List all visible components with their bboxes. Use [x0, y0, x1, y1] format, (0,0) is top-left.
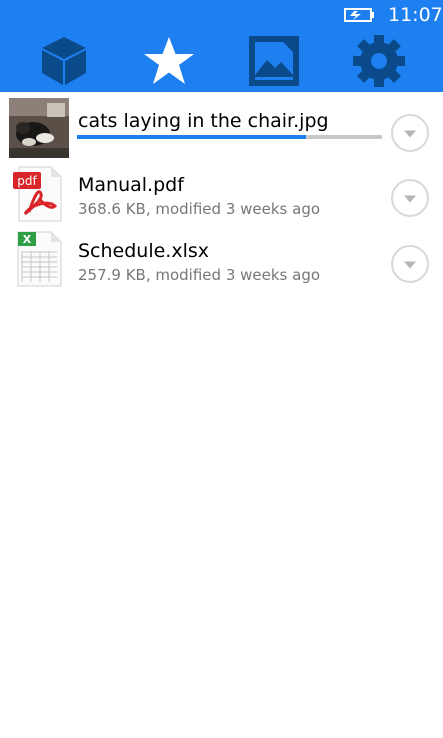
- file-name: Manual.pdf: [78, 174, 184, 196]
- picture-icon: [249, 36, 299, 86]
- app-bar: [0, 30, 443, 92]
- status-bar: 11:07: [0, 0, 443, 30]
- gear-icon: [353, 35, 405, 87]
- upload-progress-bar: [77, 135, 382, 139]
- list-item[interactable]: X Schedule.xlsx 257.9 KB, modified 3 wee…: [0, 228, 443, 294]
- chevron-down-icon: [404, 130, 416, 138]
- photo-thumbnail: [9, 98, 69, 158]
- excel-icon: X: [17, 231, 62, 287]
- pdf-icon-label: pdf: [17, 174, 37, 188]
- tab-files[interactable]: [19, 30, 109, 92]
- more-options-button[interactable]: [391, 245, 429, 283]
- file-meta: 368.6 KB, modified 3 weeks ago: [78, 200, 321, 218]
- star-icon: [144, 37, 194, 84]
- clock: 11:07: [388, 4, 443, 26]
- cube-icon: [42, 37, 86, 85]
- upload-progress-fill: [77, 135, 306, 139]
- chevron-down-icon: [404, 261, 416, 269]
- file-meta: 257.9 KB, modified 3 weeks ago: [78, 266, 321, 284]
- chevron-down-icon: [404, 195, 416, 203]
- list-item[interactable]: pdf Manual.pdf 368.6 KB, modified 3 week…: [0, 162, 443, 228]
- list-item[interactable]: cats laying in the chair.jpg: [0, 96, 443, 162]
- battery-charging-icon: [344, 8, 374, 22]
- file-name: cats laying in the chair.jpg: [78, 110, 329, 132]
- more-options-button[interactable]: [391, 114, 429, 152]
- pdf-icon: pdf: [13, 166, 62, 222]
- tab-settings[interactable]: [334, 30, 424, 92]
- excel-icon-label: X: [23, 233, 32, 246]
- tab-favorites[interactable]: [124, 30, 214, 92]
- tab-photos[interactable]: [229, 30, 319, 92]
- more-options-button[interactable]: [391, 179, 429, 217]
- file-name: Schedule.xlsx: [78, 240, 210, 262]
